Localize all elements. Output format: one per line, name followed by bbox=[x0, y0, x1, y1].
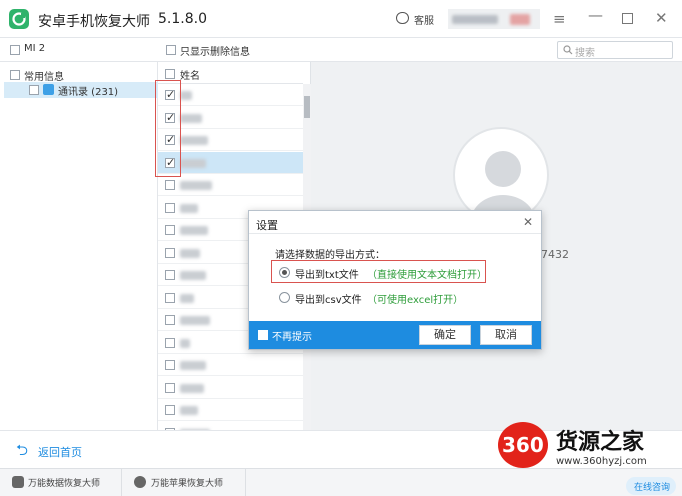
row-checkbox[interactable] bbox=[165, 292, 175, 303]
row-checkbox[interactable] bbox=[165, 360, 175, 370]
minimize-icon[interactable]: — bbox=[588, 6, 603, 24]
contact-name-masked bbox=[180, 316, 210, 325]
watermark: 360 货源之家 www.360hyzj.com bbox=[498, 420, 680, 472]
table-row[interactable] bbox=[158, 354, 303, 376]
back-home-link[interactable]: ⮌ 返回首页 bbox=[16, 441, 96, 459]
group-label: 常用信息 bbox=[24, 72, 64, 83]
contact-name-masked bbox=[180, 136, 208, 145]
chat-icon bbox=[396, 12, 409, 24]
name-column-header: 姓名 bbox=[180, 71, 200, 82]
select-all-checkbox[interactable] bbox=[165, 69, 175, 79]
contacts-checkbox[interactable] bbox=[29, 85, 39, 95]
export-settings-dialog: 设置 ✕ 请选择数据的导出方式： 导出到txt文件 （直接使用文本文档打开） 导… bbox=[248, 210, 542, 350]
csv-option-label: 导出到csv文件 bbox=[295, 295, 362, 306]
sidebar-item-contacts[interactable]: 通讯录 (231) bbox=[4, 82, 158, 98]
contact-name-masked bbox=[180, 113, 202, 123]
txt-option-label: 导出到txt文件 bbox=[295, 270, 359, 281]
group-checkbox[interactable] bbox=[10, 70, 20, 80]
app-title: 安卓手机恢复大师 bbox=[38, 14, 150, 30]
txt-radio[interactable] bbox=[279, 267, 290, 278]
csv-radio[interactable] bbox=[279, 292, 290, 303]
cancel-button[interactable]: 取消 bbox=[480, 325, 532, 345]
dialog-title: 设置 bbox=[256, 219, 278, 232]
watermark-logo: 360 bbox=[498, 422, 548, 468]
contact-name-masked bbox=[180, 383, 204, 393]
row-checkbox[interactable] bbox=[165, 202, 175, 213]
contact-name-masked bbox=[180, 158, 206, 168]
scrollbar-thumb[interactable] bbox=[304, 96, 310, 118]
contact-name-masked bbox=[180, 248, 200, 258]
online-consult-label: 在线咨询 bbox=[634, 483, 671, 493]
watermark-logo-text: 360 bbox=[502, 433, 544, 457]
close-icon[interactable]: ✕ bbox=[655, 9, 668, 27]
contact-name-masked bbox=[180, 361, 206, 370]
app-version: 5.1.8.0 bbox=[158, 11, 207, 27]
table-row[interactable] bbox=[158, 399, 303, 421]
tab-data-recovery-label: 万能数据恢复大师 bbox=[28, 479, 101, 489]
title-bar: 安卓手机恢复大师 5.1.8.0 客服 ≡ — ✕ bbox=[0, 0, 682, 38]
watermark-site-name: 货源之家 bbox=[556, 430, 645, 455]
service-label: 客服 bbox=[414, 16, 434, 27]
contact-name-masked bbox=[180, 406, 198, 415]
tab-data-recovery[interactable]: 万能数据恢复大师 bbox=[0, 469, 122, 496]
search-placeholder: 搜索 bbox=[575, 48, 595, 59]
contact-name-masked bbox=[180, 181, 212, 190]
online-consult-button[interactable]: 在线咨询 bbox=[626, 477, 676, 495]
row-checkbox[interactable] bbox=[165, 405, 175, 415]
dialog-close-icon[interactable]: ✕ bbox=[523, 215, 533, 229]
contact-name-masked bbox=[180, 338, 190, 348]
dialog-prompt: 请选择数据的导出方式： bbox=[275, 250, 385, 261]
table-row[interactable] bbox=[158, 377, 303, 399]
checked-rows-highlight bbox=[155, 80, 181, 177]
export-csv-option[interactable]: 导出到csv文件 （可使用excel打开） bbox=[279, 291, 484, 306]
row-checkbox[interactable] bbox=[165, 382, 175, 393]
csv-option-hint: （可使用excel打开） bbox=[367, 295, 464, 306]
dont-show-checkbox[interactable] bbox=[258, 330, 268, 340]
show-deleted-checkbox[interactable] bbox=[166, 45, 176, 55]
apple-recovery-icon bbox=[134, 476, 146, 488]
maximize-icon[interactable] bbox=[622, 13, 633, 24]
avatar bbox=[453, 127, 549, 223]
row-checkbox[interactable] bbox=[165, 315, 175, 325]
contact-name-masked bbox=[180, 271, 206, 280]
sidebar: 常用信息 通讯录 (231) bbox=[0, 62, 158, 430]
status-bar: 万能数据恢复大师 万能苹果恢复大师 在线咨询 bbox=[0, 468, 682, 496]
back-home-label: 返回首页 bbox=[38, 446, 82, 459]
dont-show-label: 不再提示 bbox=[272, 332, 312, 343]
back-arrow-icon: ⮌ bbox=[16, 441, 29, 459]
data-recovery-icon bbox=[12, 476, 24, 488]
user-account[interactable] bbox=[448, 9, 540, 29]
row-checkbox[interactable] bbox=[165, 180, 175, 190]
menu-icon[interactable]: ≡ bbox=[553, 10, 566, 28]
dialog-footer: 不再提示 确定 取消 bbox=[249, 321, 541, 349]
tab-apple-recovery[interactable]: 万能苹果恢复大师 bbox=[122, 469, 246, 496]
phone-fragment: 7432 bbox=[541, 248, 569, 261]
row-checkbox[interactable] bbox=[165, 225, 175, 235]
contact-name-masked bbox=[180, 226, 208, 235]
search-input[interactable]: 搜索 bbox=[557, 41, 673, 59]
contacts-icon bbox=[43, 84, 54, 95]
sidebar-item-label: 通讯录 (231) bbox=[58, 87, 119, 98]
txt-option-hint: （直接使用文本文档打开） bbox=[367, 270, 487, 281]
contact-name-masked bbox=[180, 91, 192, 100]
ok-button[interactable]: 确定 bbox=[419, 325, 471, 345]
app-logo-icon bbox=[9, 9, 29, 29]
toolbar: MI 2 只显示删除信息 搜索 bbox=[0, 38, 682, 62]
export-txt-option[interactable]: 导出到txt文件 （直接使用文本文档打开） bbox=[279, 266, 487, 281]
search-icon bbox=[563, 45, 573, 55]
contact-name-masked bbox=[180, 203, 198, 213]
device-checkbox[interactable] bbox=[10, 45, 20, 55]
row-checkbox[interactable] bbox=[165, 247, 175, 258]
contact-name-masked bbox=[180, 293, 194, 303]
row-checkbox[interactable] bbox=[165, 337, 175, 348]
show-deleted-label: 只显示删除信息 bbox=[180, 47, 250, 58]
tab-apple-recovery-label: 万能苹果恢复大师 bbox=[151, 479, 224, 489]
row-checkbox[interactable] bbox=[165, 270, 175, 280]
device-label: MI 2 bbox=[24, 43, 46, 54]
table-row[interactable] bbox=[158, 174, 303, 196]
watermark-url: www.360hyzj.com bbox=[556, 456, 647, 467]
